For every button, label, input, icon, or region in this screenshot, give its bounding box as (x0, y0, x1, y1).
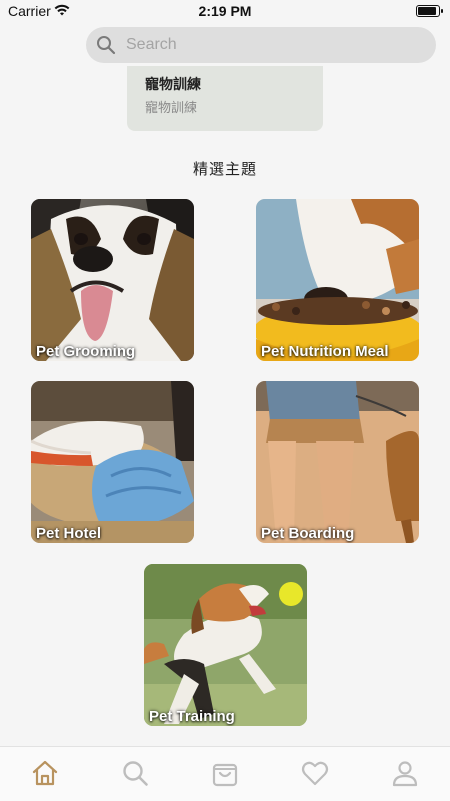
profile-icon (392, 761, 418, 787)
dog-eating-photo (256, 199, 419, 361)
search-bar[interactable] (86, 27, 436, 63)
topic-card-grooming[interactable]: Pet Grooming (31, 199, 194, 361)
tab-search[interactable] (121, 759, 149, 787)
suggestion-title: 寵物訓練 (145, 76, 201, 92)
topic-label: Pet Grooming (36, 343, 136, 360)
dog-bed-photo (31, 381, 194, 543)
topic-label: Pet Hotel (36, 525, 102, 542)
tab-bar (0, 746, 450, 801)
topic-label: Pet Boarding (261, 525, 355, 542)
search-icon (123, 761, 148, 786)
tab-cart[interactable] (211, 759, 239, 787)
heart-icon (301, 761, 329, 786)
status-bar: Carrier 2:19 PM (0, 0, 450, 22)
topic-label: Pet Nutrition Meal (261, 343, 389, 360)
dog-ball-photo (144, 564, 307, 726)
search-suggestion[interactable]: 寵物訓練 寵物訓練 (127, 66, 323, 131)
search-icon (97, 36, 116, 55)
topic-card-nutrition-meal[interactable]: Pet Nutrition Meal (256, 199, 419, 361)
home-icon (32, 760, 58, 786)
dog-grooming-photo (31, 199, 194, 361)
topic-label: Pet Training (149, 708, 235, 725)
tab-home[interactable] (31, 759, 59, 787)
dog-walking-photo (256, 381, 419, 543)
suggestion-subtitle: 寵物訓練 (145, 100, 198, 115)
bag-icon (212, 763, 238, 787)
topic-card-hotel[interactable]: Pet Hotel (31, 381, 194, 543)
topic-card-training[interactable]: Pet Training (144, 564, 307, 726)
tab-favorites[interactable] (301, 759, 329, 787)
clock: 2:19 PM (198, 3, 252, 19)
search-input[interactable] (124, 35, 408, 55)
topic-card-boarding[interactable]: Pet Boarding (256, 381, 419, 543)
battery-icon (416, 5, 443, 17)
tab-profile[interactable] (391, 759, 419, 787)
section-title: 精選主題 (192, 161, 257, 178)
